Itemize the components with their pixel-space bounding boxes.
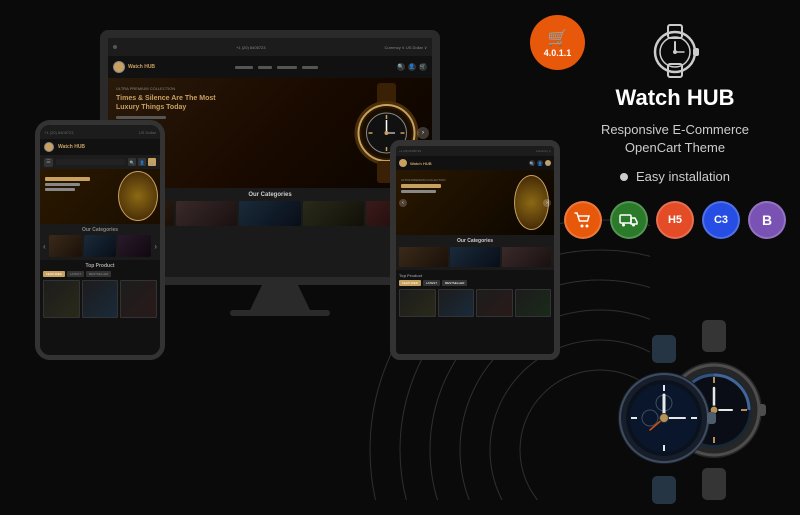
tablet-products: Top Product FEATURED LATEST BESTSELLER — [396, 270, 554, 320]
hero-collection-label: ULTRA PREMIUM COLLECTION — [116, 86, 347, 91]
monitor-stand — [250, 285, 310, 310]
monitor-base — [230, 310, 330, 316]
phone-logo-icon — [44, 142, 54, 152]
tablet-categories: Our Categories — [396, 235, 554, 270]
tagline-line1: Responsive E-Commerce — [601, 121, 749, 139]
logo-area: Watch HUB — [616, 20, 735, 111]
brand-name-regular: Watch — [616, 85, 687, 110]
devices-showcase: +1 (20) 8405723 Currency ∨ US Dollar ∨ W… — [20, 20, 580, 480]
tablet-categories-label: Our Categories — [399, 238, 551, 244]
product-watches-image — [610, 310, 800, 510]
phone-categories: Our Categories ‹ › — [40, 224, 160, 260]
tagline: Responsive E-Commerce OpenCart Theme — [601, 121, 749, 157]
phone-hero — [40, 169, 160, 224]
tablet-hero: ULTRA PREMIUM COLLECTION ‹ › — [396, 170, 554, 235]
tablet-products-title: Top Product — [399, 273, 551, 278]
tech-icon-html5: H5 — [656, 201, 694, 239]
phone-logo-bar: Watch HUB — [40, 139, 160, 155]
tablet-header: +1 (20) 8405723 Currency ∨ — [396, 146, 554, 156]
tech-icon-css3: C3 — [702, 201, 740, 239]
phone-brand: Watch HUB — [58, 144, 85, 150]
tech-icon-truck — [610, 201, 648, 239]
tablet-device: +1 (20) 8405723 Currency ∨ Watch HUB 🔍 👤… — [390, 140, 560, 360]
tagline-line2: OpenCart Theme — [601, 139, 749, 157]
brand-section: Watch HUB Responsive E-Commerce OpenCart… — [570, 20, 780, 239]
tab-bestseller: BESTSELLER — [442, 280, 467, 286]
phone-screen: +1 (20) 8405723 US Dollar Watch HUB ☰ 🔍 … — [40, 125, 160, 355]
brand-name-bold: HUB — [687, 85, 735, 110]
mobile-phone: +1 (20) 8405723 US Dollar Watch HUB ☰ 🔍 … — [35, 120, 165, 360]
site-mockup-header: +1 (20) 8405723 Currency ∨ US Dollar ∨ — [108, 38, 432, 56]
tech-icon-cart — [564, 201, 602, 239]
tech-icon-bootstrap: B — [748, 201, 786, 239]
logo-icon-container — [640, 20, 710, 80]
tablet-nav: Watch HUB 🔍 👤 🛒 — [396, 156, 554, 170]
watch-logo-svg — [640, 20, 710, 80]
version-badge: 🛒 4.0.1.1 — [530, 15, 585, 70]
phone-currency: US Dollar — [139, 130, 156, 135]
brand-name: Watch HUB — [616, 85, 735, 111]
cart-badge-icon: 🛒 — [548, 28, 568, 48]
phone-number: +1 (20) 8405723 — [44, 130, 73, 135]
feature-label: Easy installation — [636, 169, 730, 184]
tab-latest: LATEST — [423, 280, 440, 286]
version-number: 4.0.1.1 — [544, 48, 572, 58]
phone-categories-title: Our Categories — [43, 227, 157, 233]
phone-header: +1 (20) 8405723 US Dollar — [40, 125, 160, 139]
tab-featured: FEATURED — [399, 280, 421, 286]
tablet-logo — [399, 159, 407, 167]
tech-icons-row: H5 C3 B — [564, 201, 786, 239]
phone-hero-watch — [118, 171, 158, 221]
feature-easy-installation: Easy installation — [620, 169, 730, 184]
tablet-screen: +1 (20) 8405723 Currency ∨ Watch HUB 🔍 👤… — [396, 146, 554, 354]
feature-bullet — [620, 173, 628, 181]
